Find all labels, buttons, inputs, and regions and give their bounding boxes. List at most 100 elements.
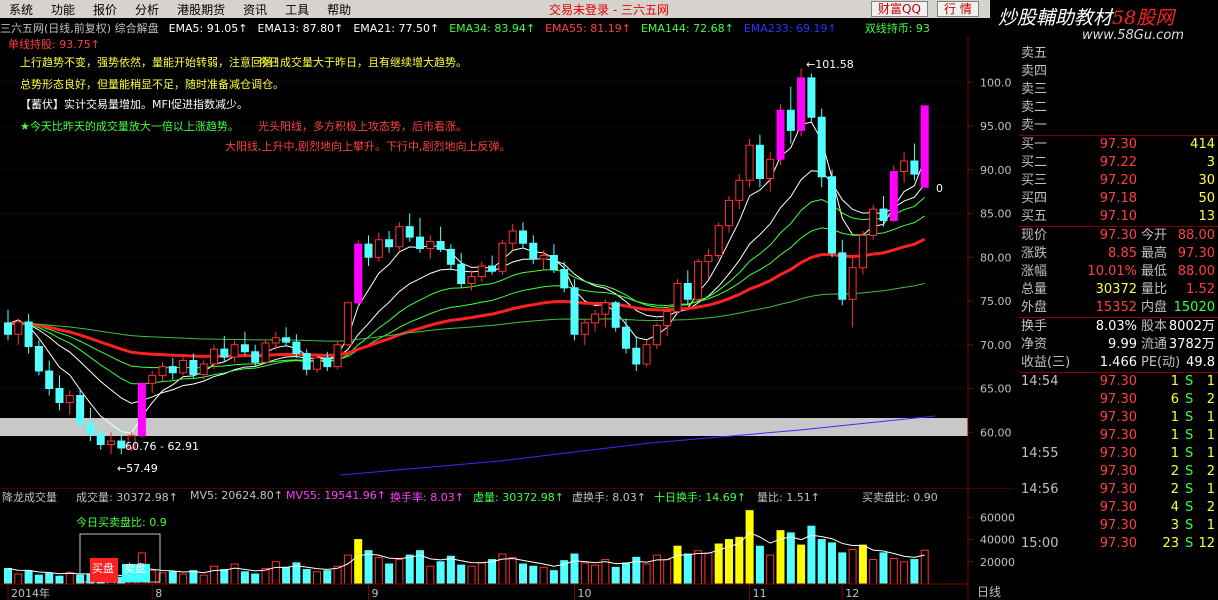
candle-body[interactable] xyxy=(477,265,486,277)
volume-bar[interactable] xyxy=(889,557,898,585)
volume-bar[interactable] xyxy=(879,552,888,585)
tick-row[interactable]: 15:00 97.30 23 S 12 xyxy=(1019,535,1218,553)
candle-body[interactable] xyxy=(148,374,157,384)
candle-body[interactable] xyxy=(591,313,600,324)
tick-row[interactable]: 97.30 1 S 1 xyxy=(1019,409,1218,427)
candle-body[interactable] xyxy=(663,311,672,326)
volume-bar[interactable] xyxy=(611,566,620,585)
candle-body[interactable] xyxy=(405,226,414,238)
candle-body[interactable] xyxy=(611,302,620,328)
candle-body[interactable] xyxy=(446,248,455,265)
candle-body[interactable] xyxy=(395,226,404,248)
stat-row[interactable]: 现价 97.30 今开 88.00 xyxy=(1019,227,1218,245)
candle-body[interactable] xyxy=(704,255,713,263)
volume-bar[interactable] xyxy=(570,553,579,585)
volume-bar[interactable] xyxy=(591,564,600,585)
candle-body[interactable] xyxy=(601,302,610,315)
volume-bar[interactable] xyxy=(745,510,754,585)
candle-body[interactable] xyxy=(168,366,177,374)
buy-level-1[interactable]: 买一 97.30 414 xyxy=(1019,136,1218,154)
candle-body[interactable] xyxy=(807,77,816,118)
volume-bar[interactable] xyxy=(323,570,332,585)
volume-bar[interactable] xyxy=(302,569,311,585)
candle-body[interactable] xyxy=(117,440,126,449)
volume-chart[interactable]: 买盘 卖盘 今日买卖盘比: 0.9 60000 40000 20000 2014年 8… xyxy=(0,488,1015,600)
tick-row[interactable]: 97.30 6 S 2 xyxy=(1019,391,1218,409)
candle-body[interactable] xyxy=(45,370,54,389)
candle-body[interactable] xyxy=(34,346,43,372)
volume-bar[interactable] xyxy=(869,559,878,585)
candle-body[interactable] xyxy=(797,77,806,131)
candle-body[interactable] xyxy=(240,344,249,353)
candle-body[interactable] xyxy=(467,276,476,284)
candle-body[interactable] xyxy=(632,347,641,365)
buy-level-3[interactable]: 买三 97.20 30 xyxy=(1019,172,1218,190)
candle-body[interactable] xyxy=(4,322,12,335)
candle-body[interactable] xyxy=(457,263,466,284)
candle-body[interactable] xyxy=(519,230,527,244)
candle-body[interactable] xyxy=(714,225,723,256)
candle-body[interactable] xyxy=(282,337,291,343)
volume-bar[interactable] xyxy=(220,569,229,585)
candle-body[interactable] xyxy=(642,344,651,365)
volume-bar[interactable] xyxy=(529,565,538,585)
volume-bar[interactable] xyxy=(271,561,280,585)
candle-body[interactable] xyxy=(508,230,517,244)
volume-bar[interactable] xyxy=(230,563,239,585)
candle-body[interactable] xyxy=(323,357,332,368)
candle-body[interactable] xyxy=(14,321,23,335)
candle-body[interactable] xyxy=(333,344,342,368)
volume-bar[interactable] xyxy=(282,566,291,585)
stat-row[interactable]: 外盘 15352 内盘 15020 xyxy=(1019,299,1218,317)
candle-body[interactable] xyxy=(755,144,764,179)
volume-bar[interactable] xyxy=(45,572,54,585)
buy-level-2[interactable]: 买二 97.22 3 xyxy=(1019,154,1218,172)
sell-level-2[interactable]: 卖二 xyxy=(1019,99,1218,117)
candle-body[interactable] xyxy=(313,357,321,370)
candle-body[interactable] xyxy=(560,269,569,289)
candle-body[interactable] xyxy=(735,179,744,201)
candle-body[interactable] xyxy=(529,242,538,260)
tick-row[interactable]: 97.30 2 S 2 xyxy=(1019,463,1218,481)
candle-body[interactable] xyxy=(354,243,363,304)
volume-bar[interactable] xyxy=(519,563,527,585)
volume-bar[interactable] xyxy=(786,532,795,585)
tick-row[interactable]: 14:56 97.30 2 S 1 xyxy=(1019,481,1218,499)
candle-body[interactable] xyxy=(426,241,435,249)
volume-bar[interactable] xyxy=(477,562,486,585)
volume-bar[interactable] xyxy=(313,571,321,585)
candle-body[interactable] xyxy=(786,109,795,131)
candle-body[interactable] xyxy=(189,360,198,375)
candle-body[interactable] xyxy=(622,326,630,349)
volume-bar[interactable] xyxy=(797,544,806,585)
candle-body[interactable] xyxy=(920,105,929,188)
candle-body[interactable] xyxy=(539,255,548,260)
candle-body[interactable] xyxy=(55,388,64,403)
volume-bar[interactable] xyxy=(694,550,703,585)
candle-body[interactable] xyxy=(652,325,661,346)
volume-bar[interactable] xyxy=(663,559,672,585)
candle-body[interactable] xyxy=(488,265,497,272)
volume-bar[interactable] xyxy=(199,574,208,585)
candle-body[interactable] xyxy=(858,234,867,269)
volume-bar[interactable] xyxy=(539,566,548,585)
candle-body[interactable] xyxy=(137,382,146,437)
volume-bar[interactable] xyxy=(755,545,764,585)
candle-body[interactable] xyxy=(24,321,33,347)
period-tab-daily[interactable]: 日线 xyxy=(977,583,1017,600)
market-button[interactable]: 行 情 xyxy=(937,1,979,17)
volume-bar[interactable] xyxy=(354,539,363,585)
menu-quote[interactable]: 报价 xyxy=(84,1,126,18)
menu-analysis[interactable]: 分析 xyxy=(126,1,168,18)
candle-body[interactable] xyxy=(416,236,424,249)
volume-bar[interactable] xyxy=(549,570,558,585)
volume-bar[interactable] xyxy=(683,553,692,585)
candle-body[interactable] xyxy=(828,176,836,254)
candle-body[interactable] xyxy=(817,116,826,178)
candle-body[interactable] xyxy=(776,109,785,160)
caifu-qq-button[interactable]: 财富QQ xyxy=(871,1,928,17)
candle-body[interactable] xyxy=(683,283,692,300)
volume-bar[interactable] xyxy=(601,559,610,585)
volume-bar[interactable] xyxy=(828,542,836,585)
volume-bar[interactable] xyxy=(848,549,857,585)
